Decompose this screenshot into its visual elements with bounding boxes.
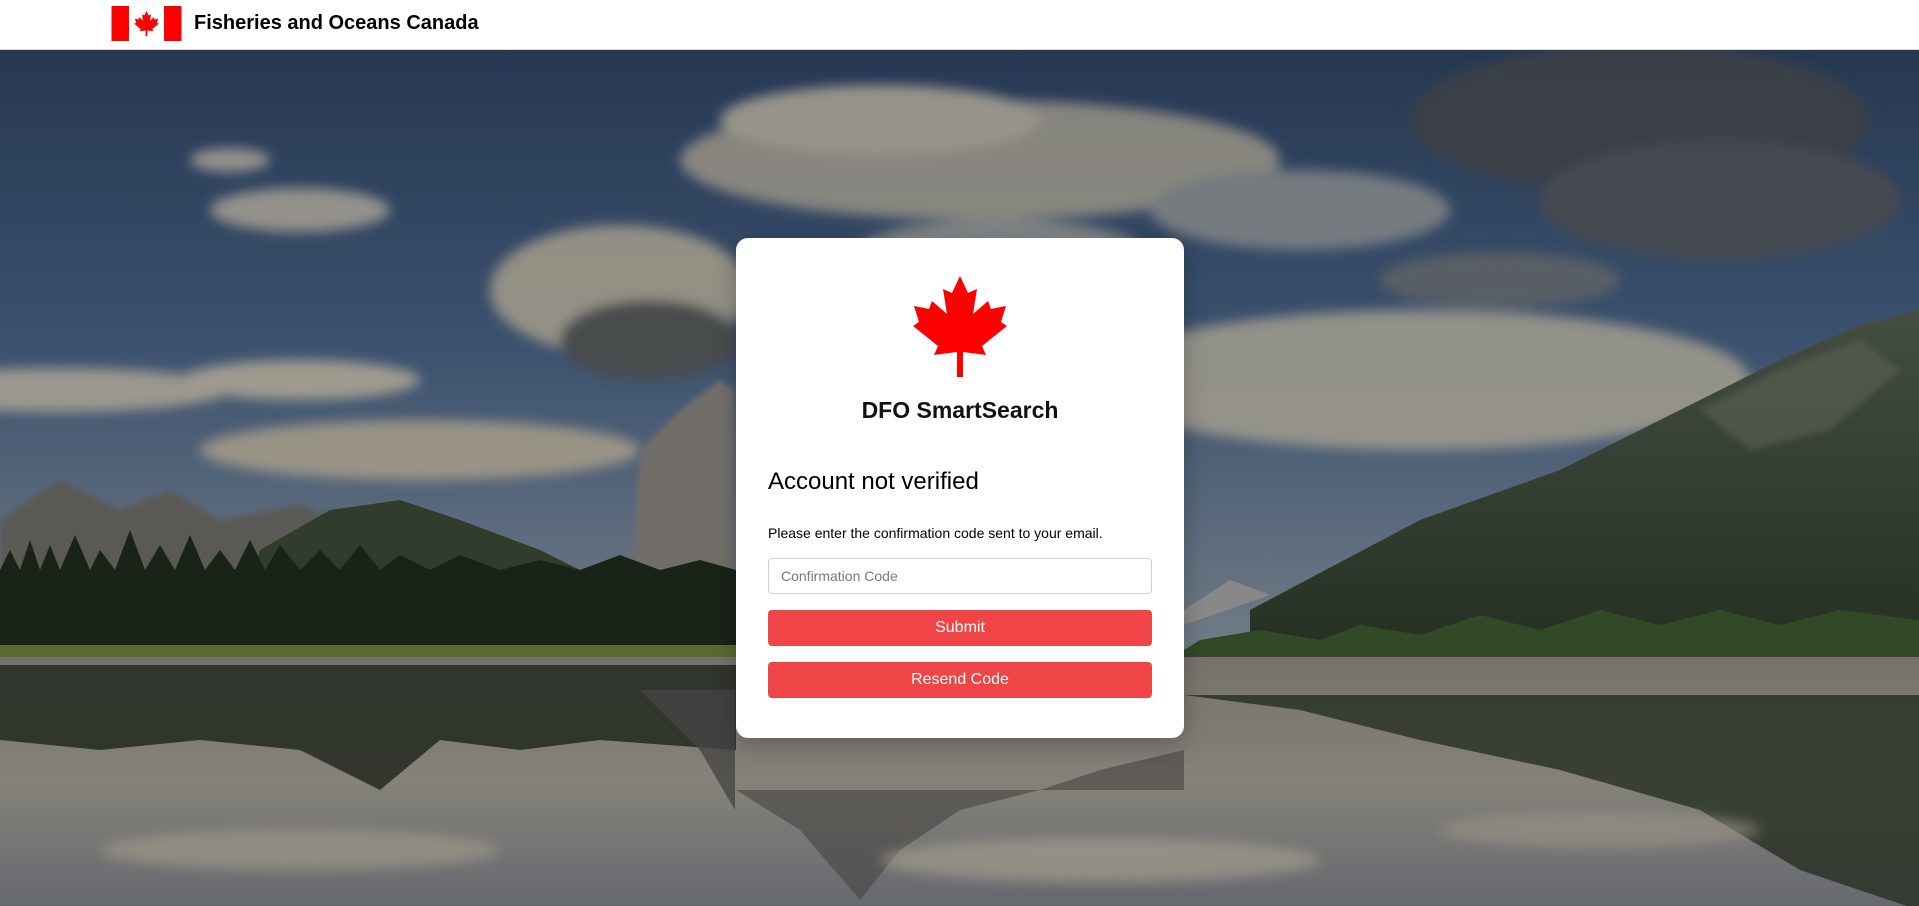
instruction-text: Please enter the confirmation code sent … [768,525,1103,541]
department-name[interactable]: Fisheries and Oceans Canada [194,11,479,35]
resend-code-button[interactable]: Resend Code [768,662,1152,698]
verification-heading: Account not verified [768,468,979,495]
verification-card: DFO SmartSearch Account not verified Ple… [736,238,1184,738]
maple-leaf-icon [913,276,1007,377]
app-title: DFO SmartSearch [861,397,1059,423]
confirmation-code-input[interactable] [768,558,1152,594]
page: Fisheries and Oceans Canada DFO SmartSea… [0,0,1919,906]
canada-flag-icon [111,6,182,41]
top-bar: Fisheries and Oceans Canada [0,0,1919,50]
submit-button[interactable]: Submit [768,610,1152,646]
